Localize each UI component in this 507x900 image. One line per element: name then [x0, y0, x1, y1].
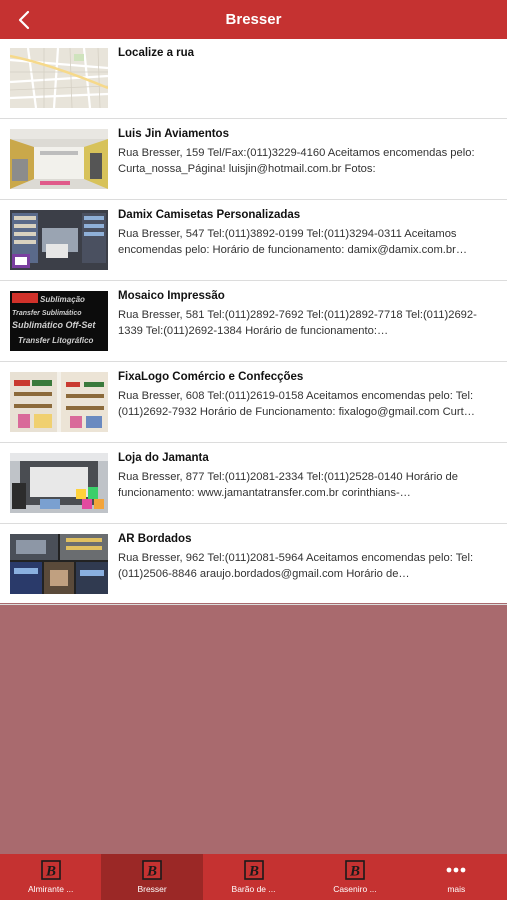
- tab-label: Caseniro ...: [333, 884, 377, 894]
- item-name: Localize a rua: [118, 47, 195, 59]
- store-photo: [10, 372, 108, 432]
- item-name: Luis Jin Aviamentos: [118, 128, 229, 140]
- b-logo-icon: B: [243, 860, 264, 880]
- thumbnail-text: Transfer Litográfico: [18, 336, 94, 345]
- svg-text:B: B: [45, 864, 56, 880]
- tab-caseniro[interactable]: B Caseniro ...: [304, 854, 405, 900]
- b-logo-icon: B: [345, 860, 365, 880]
- tab-more[interactable]: mais: [406, 854, 507, 900]
- item-description: Rua Bresser, 581 Tel:(011)2892-7692 Tel:…: [118, 309, 477, 337]
- tab-almirante[interactable]: B Almirante ...: [0, 854, 101, 900]
- item-description: Rua Bresser, 159 Tel/Fax:(011)3229-4160 …: [118, 147, 475, 175]
- thumbnail-text: Sublimação: [40, 295, 85, 304]
- store-photo: Sublimação Transfer Sublimático Sublimát…: [10, 291, 108, 351]
- map-thumbnail: [10, 48, 108, 108]
- store-photo: [10, 453, 108, 513]
- page-title: Bresser: [225, 11, 282, 28]
- store-list: Localize a rua Luis Jin Aviamentos Rua B…: [0, 39, 507, 605]
- more-dots-icon: [446, 867, 466, 873]
- item-name: FixaLogo Comércio e Confecções: [118, 371, 304, 383]
- chevron-left-icon: [18, 10, 30, 29]
- store-photo: [10, 210, 108, 270]
- navigation-bar: Bresser: [0, 0, 507, 39]
- item-name: Mosaico Impressão: [118, 290, 225, 302]
- svg-text:B: B: [349, 864, 360, 880]
- item-name: Damix Camisetas Personalizadas: [118, 209, 301, 221]
- tab-label: Barão de ...: [231, 884, 276, 894]
- list-item[interactable]: Damix Camisetas Personalizadas Rua Bress…: [0, 201, 507, 281]
- thumbnail-text: Sublimático Off-Set: [12, 320, 96, 330]
- b-logo-icon: B: [40, 860, 61, 880]
- list-item[interactable]: Loja do Jamanta Rua Bresser, 877 Tel:(01…: [0, 444, 507, 524]
- list-item[interactable]: Localize a rua: [0, 39, 507, 119]
- list-item[interactable]: Sublimação Transfer Sublimático Sublimát…: [0, 282, 507, 362]
- item-name: AR Bordados: [118, 533, 192, 545]
- tab-label: Almirante ...: [28, 884, 74, 894]
- tab-label: Bresser: [137, 884, 167, 894]
- thumbnail-text: Transfer Sublimático: [12, 310, 82, 317]
- b-logo-icon: B: [142, 860, 162, 880]
- store-photo: [10, 129, 108, 189]
- item-description: Rua Bresser, 547 Tel:(011)3892-0199 Tel:…: [118, 228, 468, 256]
- item-name: Loja do Jamanta: [118, 452, 209, 464]
- tab-bar: B Almirante ... B Bresser B Barão de ...…: [0, 854, 507, 900]
- item-description: Rua Bresser, 877 Tel:(011)2081-2334 Tel:…: [118, 471, 458, 499]
- tab-bresser[interactable]: B Bresser: [101, 854, 203, 900]
- store-photo: [10, 534, 108, 594]
- list-item[interactable]: FixaLogo Comércio e Confecções Rua Bress…: [0, 363, 507, 443]
- back-button[interactable]: [8, 4, 40, 35]
- list-item[interactable]: Luis Jin Aviamentos Rua Bresser, 159 Tel…: [0, 120, 507, 200]
- svg-text:B: B: [146, 864, 157, 880]
- list-item[interactable]: AR Bordados Rua Bresser, 962 Tel:(011)20…: [0, 525, 507, 605]
- item-description: Rua Bresser, 608 Tel:(011)2619-0158 Acei…: [118, 390, 475, 418]
- item-description: Rua Bresser, 962 Tel:(011)2081-5964 Acei…: [118, 552, 474, 580]
- tab-barao[interactable]: B Barão de ...: [203, 854, 304, 900]
- svg-text:B: B: [248, 864, 259, 880]
- tab-label: mais: [447, 884, 466, 894]
